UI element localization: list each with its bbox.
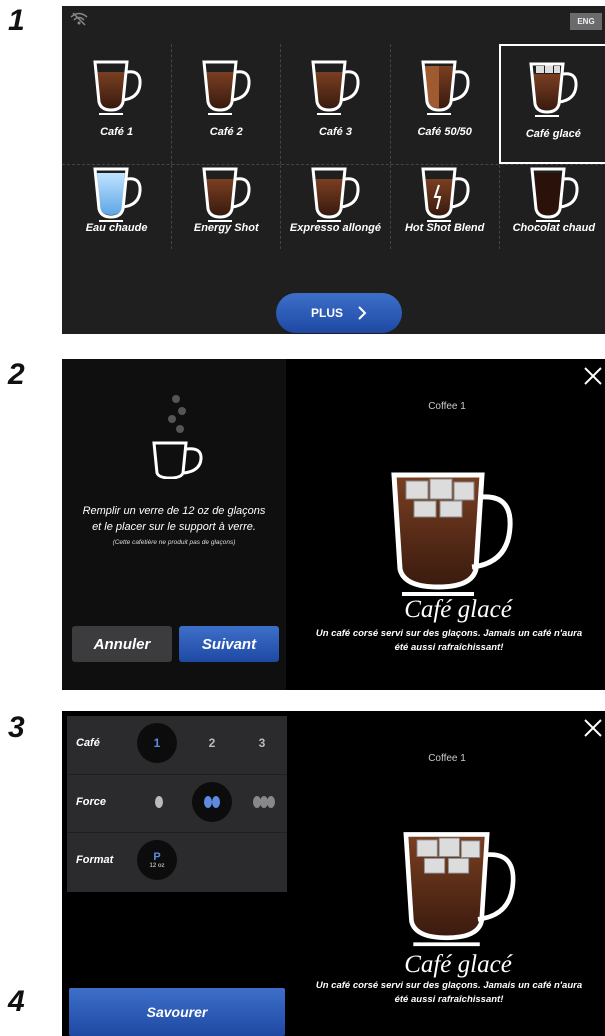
savour-button[interactable]: Savourer [69,988,285,1036]
drink-option[interactable]: Café 3 [280,44,389,164]
drink-option-label: Expresso allongé [289,222,382,234]
bean-3-icon [253,796,275,808]
instruction-line-2: et le placer sur le support à verre. [92,521,256,533]
iced-coffee-cup-icon [391,472,513,596]
close-icon[interactable] [582,365,604,387]
drink-option[interactable]: Eau chaude [62,165,171,249]
coffee-profile-label: Coffee 1 [428,401,466,412]
drink-cup-icon [523,60,583,118]
strength-option-label: Force [76,796,106,808]
format-size-button[interactable]: P 12 oz [137,840,177,880]
drink-option-label: Café 3 [318,126,352,138]
drink-option[interactable]: Café 1 [62,44,171,164]
drink-option-label: Café 1 [100,126,134,138]
cancel-button[interactable]: Annuler [72,626,172,662]
drink-option-label: Energy Shot [193,222,259,234]
drink-option-label: Café 50/50 [417,126,472,138]
format-size-letter: P [153,850,161,863]
drink-option[interactable]: Expresso allongé [280,165,389,249]
drink-option-label: Café glacé [525,128,581,140]
more-button[interactable]: PLUS [276,293,402,333]
drink-cup-icon [196,165,256,223]
iced-coffee-cup-icon [403,832,516,947]
drink-description: Un café corsé servi sur des glaçons. Jam… [290,979,605,1007]
cafe-option-row: Café 1 2 3 [67,716,287,770]
ice-instruction-screen: Remplir un verre de 12 oz de glaçons et … [62,359,605,690]
next-button[interactable]: Suivant [179,626,279,662]
drink-option-label: Eau chaude [85,222,148,234]
language-button[interactable]: ENG [570,13,602,30]
drink-option-label: Hot Shot Blend [404,222,485,234]
instruction-panel: Remplir un verre de 12 oz de glaçons et … [62,359,286,690]
chevron-right-icon [358,306,367,320]
drink-title: Café glacé [404,596,512,623]
drink-option[interactable]: Energy Shot [171,165,280,249]
drink-cup-icon [305,58,365,116]
drink-option-label: Café 2 [209,126,243,138]
strength-mild-button[interactable] [142,785,176,819]
step-number-1: 1 [8,4,25,37]
drink-cup-icon [415,165,475,223]
bean-2-icon [204,796,220,808]
coffee-profile-label: Coffee 1 [428,753,466,764]
drink-selection-screen: ENG Café 1 Café 2 Café 3 Café 50/50 Café gla… [62,6,605,334]
cafe-option-3[interactable]: 3 [245,726,279,760]
drink-option[interactable]: Café glacé [498,44,605,164]
step-number-2: 2 [8,358,25,391]
drink-cup-icon [87,58,147,116]
drink-option[interactable]: Chocolat chaud [498,165,605,249]
drink-description: Un café corsé servi sur des glaçons. Jam… [290,627,605,655]
bean-1-icon [155,796,163,808]
drink-title: Café glacé [404,951,512,978]
format-option-label: Format [76,854,114,866]
format-size-oz: 12 oz [149,862,165,869]
drink-cup-icon [415,58,475,116]
more-label: PLUS [310,306,343,320]
cafe-option-label: Café [76,737,100,749]
close-icon[interactable] [582,717,604,739]
cafe-option-2[interactable]: 2 [195,726,229,760]
strength-strong-button[interactable] [247,785,281,819]
drink-cup-icon [305,165,365,223]
strength-option-row: Force [67,774,287,828]
step-number-4: 4 [8,985,25,1018]
instruction-note: (Cette cafetière ne produit pas de glaço… [112,539,236,546]
drink-description-line-1: Un café corsé servi sur des glaçons. Jam… [315,628,583,639]
drink-description-line-2: été aussi rafraîchissant! [394,994,504,1005]
drink-option[interactable]: Café 2 [171,44,280,164]
drink-cup-icon [196,58,256,116]
drink-cup-icon [87,165,147,223]
drink-option[interactable]: Hot Shot Blend [389,165,499,249]
strength-medium-button[interactable] [192,782,232,822]
step-number-3: 3 [8,711,25,744]
drink-cup-icon [524,165,584,223]
drink-option-label: Chocolat chaud [512,222,596,234]
instruction-line-1: Remplir un verre de 12 oz de glaçons [82,505,266,517]
options-panel: Café 1 2 3 Force Format P 12 oz [67,716,287,892]
drink-description-line-1: Un café corsé servi sur des glaçons. Jam… [315,980,583,991]
drink-option[interactable]: Café 50/50 [389,44,499,164]
wifi-off-icon [70,12,88,26]
format-option-row: Format P 12 oz [67,832,287,886]
cafe-option-1[interactable]: 1 [137,723,177,763]
glass-with-ice-icon [152,395,203,479]
drink-description-line-2: été aussi rafraîchissant! [394,642,504,653]
